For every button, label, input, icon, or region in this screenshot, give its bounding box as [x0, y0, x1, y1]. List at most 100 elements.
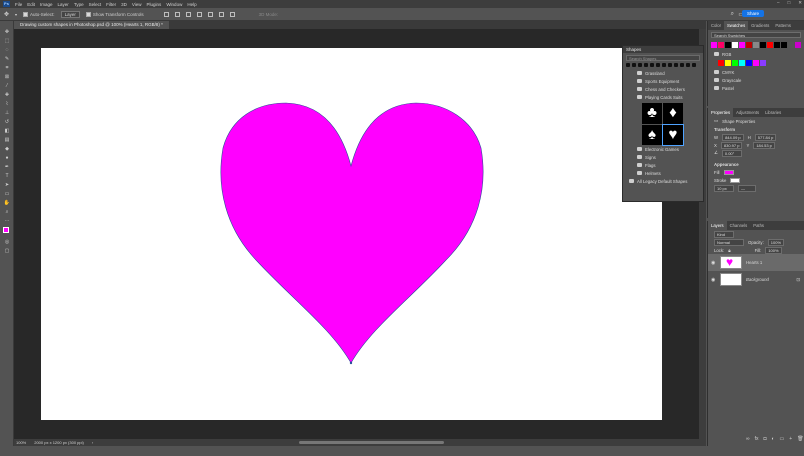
tab-layers[interactable]: Layers — [708, 221, 727, 230]
tab-patterns[interactable]: Patterns — [772, 21, 794, 30]
swatch-group-cmyk[interactable]: CMYK — [708, 68, 804, 76]
color-swatch[interactable] — [795, 42, 801, 48]
menu-view[interactable]: View — [132, 2, 142, 7]
move-tool-icon[interactable]: ✥ — [3, 29, 11, 35]
color-swatch[interactable] — [753, 60, 759, 66]
zoom-tool-icon[interactable]: ⌕ — [3, 209, 11, 215]
color-swatch[interactable] — [753, 42, 759, 48]
align-bottom-icon[interactable] — [218, 11, 224, 17]
shape-group-row[interactable]: Chess and Checkers — [623, 85, 703, 93]
menu-image[interactable]: Image — [40, 2, 53, 7]
align-top-icon[interactable] — [196, 11, 202, 17]
heart-shape-layer[interactable] — [41, 48, 662, 420]
y-field[interactable]: 184.53 p — [753, 141, 775, 149]
lasso-tool-icon[interactable]: ◌ — [3, 47, 11, 53]
spade-shape-icon[interactable]: ♠ — [642, 124, 662, 145]
swatch-group-grayscale[interactable]: Grayscale — [708, 76, 804, 84]
menu-plugins[interactable]: Plugins — [147, 2, 162, 7]
zoom-level[interactable]: 100% — [16, 440, 26, 445]
horizontal-scrollbar[interactable] — [299, 441, 444, 444]
menu-file[interactable]: File — [15, 2, 22, 7]
align-middle-icon[interactable] — [207, 11, 213, 17]
tab-channels[interactable]: Channels — [727, 221, 751, 230]
width-field[interactable]: 844.09 p — [722, 133, 744, 141]
foreground-color-swatch[interactable] — [3, 227, 9, 233]
layer-name[interactable]: Background — [746, 277, 769, 282]
shape-group-row[interactable]: Electronic Games — [623, 145, 703, 153]
tab-libraries[interactable]: Libraries — [762, 108, 784, 117]
quick-select-tool-icon[interactable]: ✎ — [3, 56, 11, 62]
clone-stamp-icon[interactable]: ⊥ — [3, 110, 11, 116]
tab-gradients[interactable]: Gradients — [748, 21, 772, 30]
angle-field[interactable]: 0.00° — [721, 149, 742, 157]
shape-group-row[interactable]: Signs — [623, 153, 703, 161]
layer-row-background[interactable]: ◉ Background ⊡ — [708, 271, 804, 288]
menu-select[interactable]: Select — [89, 2, 102, 7]
swatches-search-input[interactable]: Search Swatches — [711, 32, 801, 38]
hand-tool-icon[interactable]: ✋ — [3, 200, 11, 206]
history-brush-icon[interactable]: ↺ — [3, 119, 11, 125]
color-swatch[interactable] — [725, 60, 731, 66]
share-button[interactable]: Share — [741, 10, 764, 17]
swatch-group-pastel[interactable]: Pastel — [708, 84, 804, 92]
swatch-group-rgb[interactable]: RGB — [708, 50, 804, 58]
color-swatch[interactable] — [739, 42, 745, 48]
status-chevron-icon[interactable]: › — [92, 440, 93, 445]
shape-group-row[interactable]: Playing Cards Suits — [623, 93, 703, 101]
blend-mode-dropdown[interactable]: Normal — [714, 238, 744, 246]
diamond-shape-icon[interactable]: ♦ — [663, 103, 683, 124]
show-transform-checkbox[interactable] — [85, 11, 91, 17]
mask-icon[interactable]: ◘ — [763, 436, 766, 442]
minimize-icon[interactable]: – — [777, 0, 780, 6]
menu-window[interactable]: Window — [166, 2, 182, 7]
menu-filter[interactable]: Filter — [106, 2, 116, 7]
align-left-icon[interactable] — [163, 11, 169, 17]
visibility-eye-icon[interactable]: ◉ — [711, 260, 716, 266]
color-swatch[interactable] — [767, 42, 773, 48]
color-swatch[interactable] — [711, 42, 717, 48]
lock-icon[interactable]: 🔒︎ — [728, 248, 730, 253]
menu-layer[interactable]: Layer — [58, 2, 69, 7]
crop-tool-icon[interactable]: ⌗ — [3, 65, 11, 71]
color-swatch[interactable] — [718, 42, 724, 48]
heart-shape[interactable] — [220, 102, 484, 364]
height-field[interactable]: 577.84 p — [754, 133, 777, 141]
color-swatch[interactable] — [760, 60, 766, 66]
tab-paths[interactable]: Paths — [750, 221, 767, 230]
gradient-tool-icon[interactable]: ▤ — [3, 137, 11, 143]
eyedropper-tool-icon[interactable]: ⁄ — [3, 83, 11, 89]
heart-shape-icon[interactable]: ♥ — [662, 123, 684, 146]
type-tool-icon[interactable]: T — [3, 173, 11, 179]
healing-brush-icon[interactable]: ✚ — [3, 92, 11, 98]
shape-group-row[interactable]: Helmets — [623, 169, 703, 177]
color-swatch[interactable] — [718, 60, 724, 66]
layer-filter-dropdown[interactable]: Kind — [714, 230, 734, 238]
shape-tool-icon[interactable]: ▭ — [3, 191, 11, 197]
search-icon[interactable]: ⌕ — [731, 11, 734, 18]
tab-swatches[interactable]: Swatches — [724, 21, 749, 30]
visibility-eye-icon[interactable]: ◉ — [711, 277, 716, 283]
color-swatch[interactable] — [732, 60, 738, 66]
transform-heading[interactable]: Transform — [708, 125, 804, 133]
fill-color-swatch[interactable] — [723, 169, 734, 175]
shapes-search-input[interactable]: Search Shapes — [626, 55, 700, 61]
opacity-field[interactable]: 100% — [767, 238, 784, 246]
tab-properties[interactable]: Properties — [708, 108, 734, 117]
tab-adjustments[interactable]: Adjustments — [733, 108, 762, 117]
fx-icon[interactable]: fx — [755, 436, 759, 442]
fill-field[interactable]: 100% — [765, 246, 782, 254]
stroke-size-field[interactable]: 10 px — [714, 184, 734, 192]
stroke-color-swatch[interactable] — [730, 177, 741, 183]
appearance-heading[interactable]: Appearance — [708, 160, 804, 168]
eraser-tool-icon[interactable]: ◧ — [3, 128, 11, 134]
maximize-icon[interactable]: □ — [788, 0, 791, 6]
color-swatch[interactable] — [746, 42, 752, 48]
adjustment-icon[interactable]: ◐ — [772, 436, 775, 442]
stroke-type-dropdown[interactable]: — — [738, 184, 756, 192]
document-tab[interactable]: Drawing custom shapes in Photoshop.psd @… — [14, 21, 169, 29]
layer-row-hearts[interactable]: ◉ ♥ Hearts 1 — [708, 254, 804, 271]
align-center-icon[interactable] — [174, 11, 180, 17]
color-swatch[interactable] — [774, 42, 780, 48]
new-layer-icon[interactable]: + — [789, 436, 792, 442]
shape-group-row[interactable]: Grassland — [623, 69, 703, 77]
